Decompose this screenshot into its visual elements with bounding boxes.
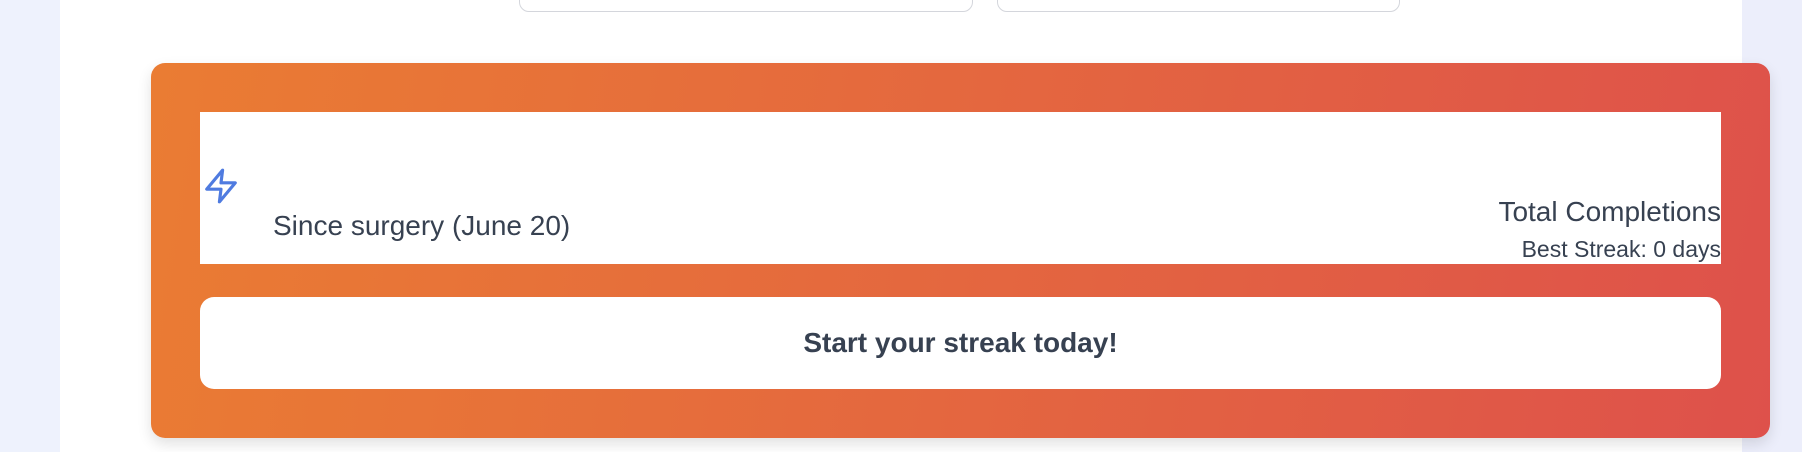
- streak-card: Since surgery (June 20) Total Completion…: [151, 63, 1770, 438]
- best-streak-label: Best Streak: 0 days: [1521, 236, 1721, 262]
- streak-cta: Start your streak today!: [200, 297, 1721, 389]
- streak-stats: Since surgery (June 20) Total Completion…: [200, 112, 1721, 264]
- content-panel: Since surgery (June 20) Total Completion…: [60, 0, 1770, 452]
- since-surgery-label: Since surgery (June 20): [273, 210, 571, 241]
- lightning-bolt-icon: [202, 167, 240, 205]
- input-field-right[interactable]: [997, 0, 1400, 12]
- page-background-left: [0, 0, 60, 452]
- total-completions-label: Total Completions: [1498, 196, 1721, 227]
- streak-cta-text: Start your streak today!: [803, 327, 1118, 358]
- input-field-left[interactable]: [519, 0, 973, 12]
